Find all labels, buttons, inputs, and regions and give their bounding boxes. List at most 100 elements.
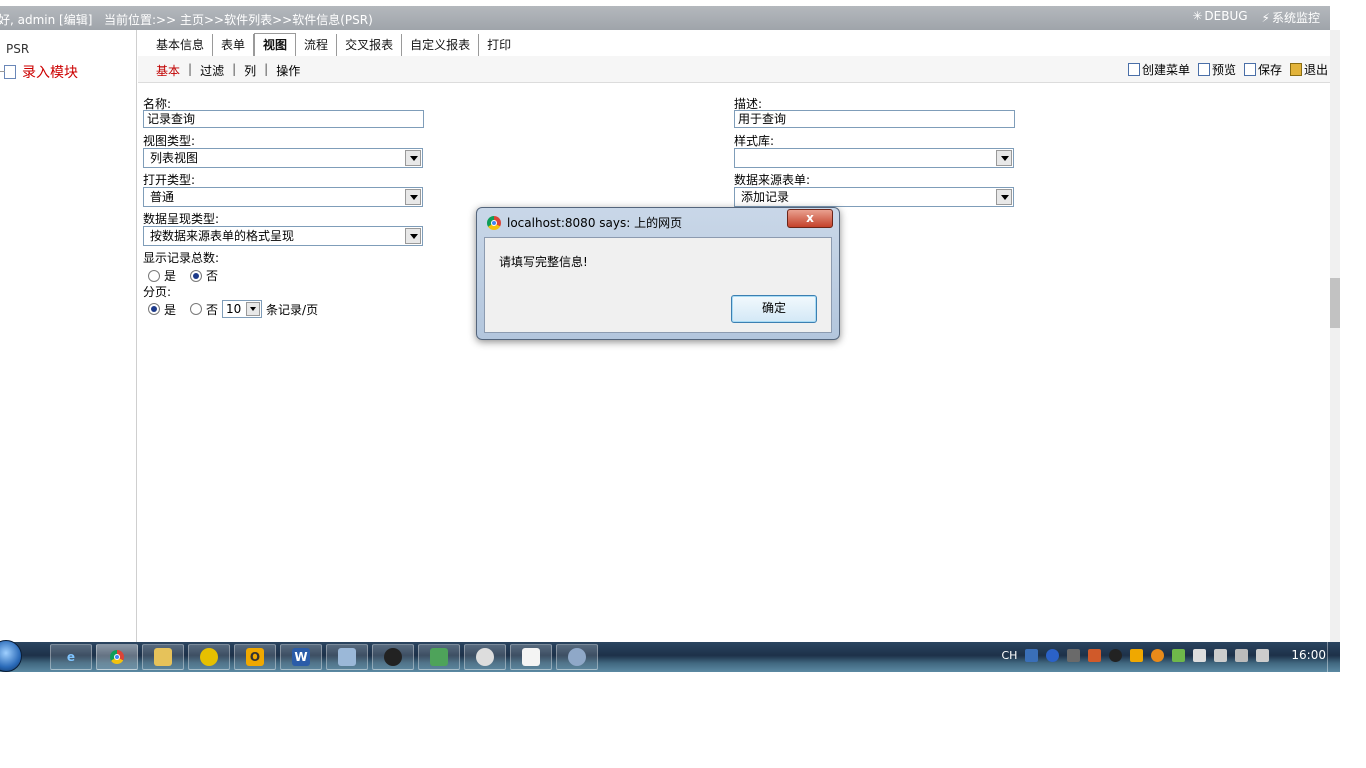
chevron-down-icon[interactable] [246,302,261,316]
power-icon[interactable] [1214,648,1228,662]
qq-icon[interactable] [1109,648,1123,662]
page-size-suffix: 条记录/页 [266,302,319,317]
exit-icon [1289,63,1302,76]
taskbar-chrome[interactable] [96,644,138,670]
create-menu-button[interactable]: 创建菜单 [1127,61,1190,78]
scrollbar-thumb[interactable] [1330,278,1340,328]
breadcrumb-path[interactable]: >> 主页>>软件列表>>软件信息(PSR) [156,13,373,27]
gear-icon [476,648,494,666]
windows-taskbar: e O W CH 16:00 [0,640,1340,672]
tree-root[interactable]: PSR [6,42,29,56]
app-icon [430,648,448,666]
display-type-select[interactable]: 按数据来源表单的格式呈现 [143,226,423,246]
bug-icon: ✳ [1192,9,1203,23]
dialog-title-text: localhost:8080 says: 上的网页 [507,216,683,230]
outlook-icon: O [246,648,264,666]
subtab-separator: | [232,62,237,76]
chevron-down-icon[interactable] [996,189,1012,205]
chevron-down-icon[interactable] [405,228,421,244]
show-total-label: 显示记录总数: [143,251,220,265]
tree-node-entry-module[interactable]: 录入模块 [0,62,78,82]
source-form-select[interactable]: 添加记录 [734,187,1014,207]
debug-link[interactable]: ✳ DEBUG [1192,9,1247,26]
input-method-icon[interactable] [1025,648,1039,662]
exit-button[interactable]: 退出 [1289,61,1328,78]
tab-crosstab[interactable]: 交叉报表 [337,34,403,56]
source-form-label: 数据来源表单: [734,173,811,187]
style-library-select[interactable] [734,148,1014,168]
chevron-down-icon[interactable] [405,150,421,166]
chevron-down-icon[interactable] [405,189,421,205]
tab-custom-report[interactable]: 自定义报表 [402,34,480,56]
name-input[interactable]: 记录查询 [143,110,424,128]
show-total-no-label: 否 [206,269,219,283]
taskbar-app-2[interactable] [326,644,368,670]
new-document-icon [1127,63,1140,76]
dialog-ok-button[interactable]: 确定 [731,295,817,323]
taskbar-java[interactable] [510,644,552,670]
preview-button[interactable]: 预览 [1197,61,1236,78]
tab-view[interactable]: 视图 [254,33,297,56]
dialog-close-button[interactable]: x [787,209,833,228]
subtab-separator: | [188,62,193,76]
nvidia-icon[interactable] [1172,648,1186,662]
page-size-select[interactable]: 10 [222,300,263,318]
left-tree-panel: PSR 录入模块 [0,30,137,642]
volume-icon[interactable] [1256,648,1270,662]
tab-flow[interactable]: 流程 [296,34,338,56]
chevron-down-icon[interactable] [996,150,1012,166]
subtab-filter[interactable]: 过滤 [200,62,232,79]
chrome-icon [487,215,501,230]
view-type-select[interactable]: 列表视图 [143,148,423,168]
subtab-separator: | [264,62,269,76]
taskbar-outlook[interactable]: O [234,644,276,670]
help-icon[interactable] [1046,648,1060,662]
network-icon[interactable] [1235,648,1249,662]
subtab-basic[interactable]: 基本 [156,62,188,79]
app-icon [200,648,218,666]
open-type-select[interactable]: 普通 [143,187,423,207]
show-desktop-button[interactable] [1327,642,1340,672]
show-total-no-radio[interactable] [190,269,203,282]
view-form: 名称: 记录查询 描述: 用于查询 视图类型: 列表视图 样式库: 打开类型: … [138,84,1330,642]
description-input[interactable]: 用于查询 [734,110,1015,128]
paging-no-label: 否 [206,302,219,317]
clock[interactable]: 16:00 [1291,648,1326,662]
save-button[interactable]: 保存 [1243,61,1282,78]
taskbar-app-3[interactable] [418,644,460,670]
page-scrollbar[interactable] [1330,30,1340,642]
java-icon [522,648,540,666]
subtab-operations[interactable]: 操作 [276,62,308,79]
flag-icon[interactable] [1193,648,1207,662]
tab-print[interactable]: 打印 [479,34,519,56]
start-button[interactable] [0,640,22,672]
create-menu-label: 创建菜单 [1141,63,1190,77]
taskbar-qq[interactable] [372,644,414,670]
page-size-value: 10 [226,302,242,316]
taskbar-app-1[interactable] [188,644,230,670]
taskbar-settings[interactable] [464,644,506,670]
tray-app-icon[interactable] [1088,648,1102,662]
subtab-columns[interactable]: 列 [244,62,264,79]
paging-no-radio[interactable] [190,303,203,315]
expand-tray-icon[interactable] [1067,648,1081,662]
taskbar-explorer[interactable] [142,644,184,670]
show-total-yes-radio[interactable] [148,269,160,282]
tab-basic-info[interactable]: 基本信息 [148,34,214,56]
display-type-value: 按数据来源表单的格式呈现 [150,229,295,243]
outlook-icon[interactable] [1130,648,1144,662]
messenger-icon[interactable] [1151,648,1165,662]
breadcrumb: 当前位置:>> 主页>>软件列表>>软件信息(PSR) [104,11,373,28]
paging-yes-radio[interactable] [148,303,160,315]
sub-tabs: 基本 | 过滤 | 列 | 操作 [156,62,308,79]
sub-toolbar: 基本 | 过滤 | 列 | 操作 创建菜单 预览 保存 退出 [138,56,1330,83]
taskbar-app-4[interactable] [556,644,598,670]
input-language[interactable]: CH [1001,649,1017,662]
monitor-label: 系统监控 [1271,11,1320,25]
monitor-link[interactable]: ⚡ 系统监控 [1262,9,1320,26]
taskbar-ie[interactable]: e [50,644,92,670]
display-type-label: 数据呈现类型: [143,212,220,226]
user-greeting[interactable]: 好, admin [编辑] [0,11,92,28]
taskbar-word[interactable]: W [280,644,322,670]
tab-form[interactable]: 表单 [213,34,255,56]
